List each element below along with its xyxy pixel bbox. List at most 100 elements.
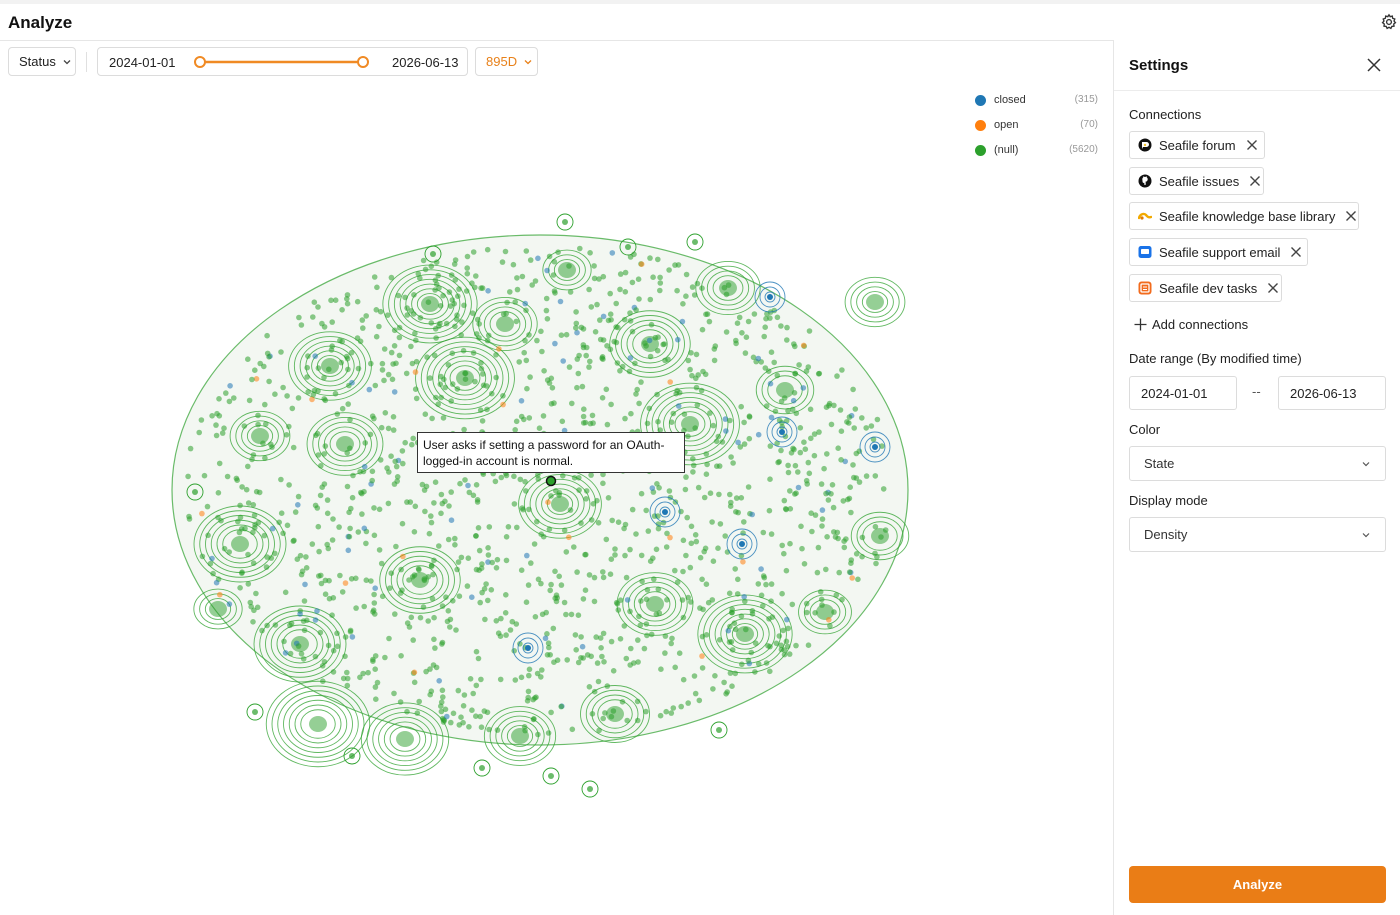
data-point	[614, 360, 621, 366]
data-point	[479, 285, 486, 291]
data-point	[416, 698, 423, 705]
data-point	[489, 559, 496, 566]
data-point	[444, 713, 450, 720]
data-point	[470, 690, 477, 697]
data-point	[433, 335, 439, 341]
close-icon[interactable]	[1366, 57, 1382, 73]
data-point	[507, 627, 514, 633]
data-point	[426, 530, 433, 537]
data-point	[636, 400, 642, 407]
data-point	[605, 317, 612, 324]
data-point	[390, 427, 397, 433]
hovered-point[interactable]	[545, 475, 557, 487]
remove-icon[interactable]	[1290, 246, 1302, 258]
date-to-input[interactable]: 2026-06-13	[1278, 376, 1386, 410]
data-point	[608, 713, 615, 720]
data-point	[409, 441, 415, 448]
data-point	[690, 456, 696, 462]
data-point	[661, 341, 667, 347]
data-point	[305, 389, 312, 395]
data-point	[432, 326, 439, 332]
data-point	[473, 648, 480, 655]
data-point	[763, 403, 770, 409]
data-point	[752, 669, 758, 675]
remove-icon[interactable]	[1249, 175, 1261, 187]
data-point	[552, 340, 558, 347]
data-point	[263, 421, 269, 427]
data-point	[742, 350, 749, 356]
data-point	[321, 324, 328, 330]
data-point	[542, 635, 549, 642]
data-point	[680, 568, 686, 575]
data-point	[562, 219, 568, 225]
add-connections-button[interactable]: Add connections	[1134, 317, 1248, 332]
data-point	[460, 347, 467, 354]
data-point	[465, 482, 471, 489]
analyze-button[interactable]: Analyze	[1129, 866, 1386, 903]
remove-icon[interactable]	[1246, 139, 1258, 151]
range-start-handle[interactable]	[194, 56, 206, 68]
display-mode-select[interactable]: Density	[1129, 517, 1386, 552]
data-point	[438, 510, 444, 517]
remove-icon[interactable]	[1345, 210, 1357, 222]
data-point	[371, 415, 377, 422]
data-point	[693, 384, 700, 391]
data-point	[419, 481, 426, 488]
range-preset-dropdown[interactable]: 895D	[475, 47, 538, 76]
data-point	[303, 554, 309, 560]
data-point	[511, 473, 517, 480]
data-point	[473, 482, 480, 488]
data-point	[691, 673, 698, 679]
data-point	[587, 420, 594, 427]
data-point	[719, 439, 726, 445]
data-point	[709, 519, 715, 525]
data-point	[284, 522, 291, 529]
data-point	[739, 541, 745, 547]
data-point	[563, 331, 570, 338]
remove-icon[interactable]	[1267, 282, 1279, 294]
data-point	[297, 611, 303, 617]
data-point	[320, 678, 326, 684]
density-scatter-plot[interactable]	[0, 84, 1112, 884]
data-point	[445, 536, 452, 543]
data-point	[425, 618, 432, 624]
data-point	[586, 684, 593, 690]
data-point	[532, 278, 539, 284]
density-core	[551, 496, 569, 512]
data-point	[224, 473, 231, 480]
status-dropdown[interactable]: Status	[8, 47, 76, 76]
data-point	[479, 589, 485, 596]
data-point	[344, 682, 351, 689]
data-point	[345, 401, 352, 407]
range-slider-track[interactable]	[193, 54, 375, 70]
date-range-slider[interactable]: 2024-01-01 2026-06-13	[97, 47, 468, 76]
data-point	[538, 328, 544, 335]
data-point	[469, 707, 475, 713]
data-point	[321, 451, 328, 457]
range-end-handle[interactable]	[357, 56, 369, 68]
data-point	[726, 590, 733, 597]
toolbar-divider	[86, 52, 87, 72]
data-point	[654, 347, 661, 354]
data-point	[523, 307, 529, 314]
data-point	[411, 669, 418, 676]
data-point	[483, 581, 489, 587]
data-point	[767, 315, 773, 321]
data-point	[413, 395, 420, 402]
data-point	[278, 510, 285, 516]
data-point	[514, 286, 521, 293]
data-point	[784, 616, 790, 623]
data-point	[597, 317, 603, 323]
data-point	[379, 367, 386, 373]
gear-icon[interactable]	[1380, 13, 1398, 31]
data-point	[575, 612, 582, 618]
data-point	[636, 296, 642, 302]
color-select[interactable]: State	[1129, 446, 1386, 481]
data-point	[326, 577, 332, 584]
date-from-input[interactable]: 2024-01-01	[1129, 376, 1237, 410]
data-point	[609, 250, 616, 256]
data-point	[461, 302, 467, 309]
data-point	[683, 474, 689, 480]
data-point	[322, 591, 329, 597]
data-point	[464, 270, 471, 277]
